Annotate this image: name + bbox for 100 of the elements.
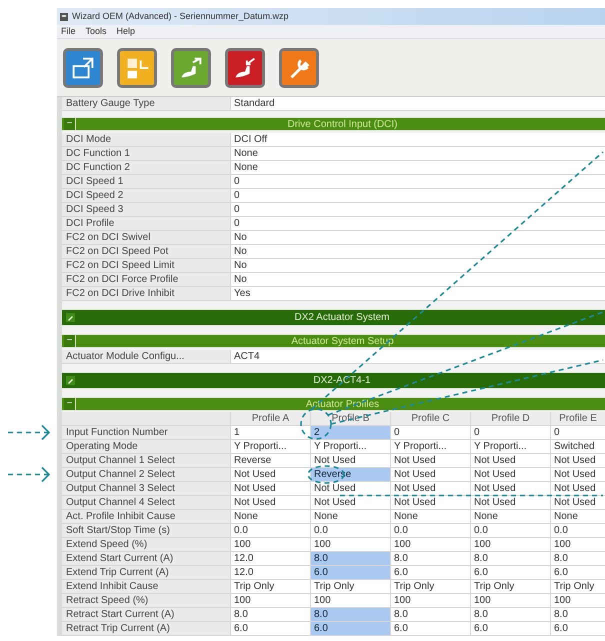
table-cell: Not Used bbox=[230, 482, 310, 495]
table-cell: 6.0 bbox=[310, 566, 390, 579]
table-cell: Not Used bbox=[310, 496, 390, 509]
table-cell: Not Used bbox=[230, 468, 310, 481]
table-cell: 0.0 bbox=[310, 524, 390, 537]
table-cell: 6.0 bbox=[390, 622, 470, 635]
property-label: Output Channel 4 Select bbox=[62, 496, 230, 509]
table-cell: Y Proporti... bbox=[310, 440, 390, 453]
property-label: Output Channel 1 Select bbox=[62, 454, 230, 467]
property-label: FC2 on DCI Drive Inhibit bbox=[62, 287, 230, 300]
collapse-toggle[interactable]: − bbox=[64, 335, 76, 347]
property-value: None bbox=[230, 147, 605, 160]
table-cell: Not Used bbox=[230, 496, 310, 509]
property-label: DC Function 1 bbox=[62, 147, 230, 160]
table-cell: 12.0 bbox=[230, 566, 310, 579]
table-cell: Trip Only bbox=[230, 580, 310, 593]
table-cell: 0.0 bbox=[230, 524, 310, 537]
property-value: 0 bbox=[230, 203, 605, 216]
table-cell: 100 bbox=[310, 538, 390, 551]
property-label: Extend Speed (%) bbox=[62, 538, 230, 551]
table-cell: None bbox=[470, 510, 550, 523]
table-cell: 8.0 bbox=[470, 608, 550, 621]
table-cell: 100 bbox=[550, 538, 605, 551]
property-label: DCI Mode bbox=[62, 133, 230, 146]
section-header[interactable]: DX2-ACT4-1 bbox=[62, 372, 605, 389]
table-cell: Trip Only bbox=[390, 580, 470, 593]
table-cell: 8.0 bbox=[230, 608, 310, 621]
table-cell: 6.0 bbox=[550, 622, 605, 635]
table-cell: 8.0 bbox=[310, 608, 390, 621]
property-label: Act. Profile Inhibit Cause bbox=[62, 510, 230, 523]
table-cell: 0 bbox=[550, 426, 605, 439]
table-cell: 8.0 bbox=[310, 552, 390, 565]
property-label: Extend Trip Current (A) bbox=[62, 566, 230, 579]
table-cell: Reverse bbox=[230, 454, 310, 467]
table-cell: Not Used bbox=[550, 468, 605, 481]
table-cell: Not Used bbox=[470, 482, 550, 495]
table-cell: None bbox=[310, 510, 390, 523]
property-label: DCI Speed 3 bbox=[62, 203, 230, 216]
property-value: No bbox=[230, 273, 605, 286]
collapse-toggle[interactable]: − bbox=[64, 118, 76, 130]
table-cell: 100 bbox=[230, 538, 310, 551]
table-cell: None bbox=[550, 510, 605, 523]
property-label: Retract Trip Current (A) bbox=[62, 622, 230, 635]
property-label: Extend Start Current (A) bbox=[62, 552, 230, 565]
table-cell: 0.0 bbox=[550, 524, 605, 537]
table-cell: None bbox=[230, 510, 310, 523]
menu-item[interactable]: Tools bbox=[86, 24, 107, 38]
table-cell: Trip Only bbox=[310, 580, 390, 593]
property-label: FC2 on DCI Speed Limit bbox=[62, 259, 230, 272]
table-cell: Y Proporti... bbox=[390, 440, 470, 453]
column-header: Profile D bbox=[470, 412, 550, 425]
collapse-toggle[interactable]: − bbox=[64, 398, 76, 410]
column-header: Profile C bbox=[390, 412, 470, 425]
table-cell: Switched bbox=[550, 440, 605, 453]
table-cell: 100 bbox=[230, 594, 310, 607]
property-value: 0 bbox=[230, 189, 605, 202]
table-cell: Not Used bbox=[310, 482, 390, 495]
table-cell: 6.0 bbox=[470, 622, 550, 635]
table-cell: Not Used bbox=[390, 482, 470, 495]
table-cell: 100 bbox=[390, 594, 470, 607]
section-title: Drive Control Input (DCI) bbox=[286, 118, 399, 132]
table-cell: Not Used bbox=[390, 496, 470, 509]
table-cell: 8.0 bbox=[550, 552, 605, 565]
property-value: Yes bbox=[230, 287, 605, 300]
table-cell: 6.0 bbox=[230, 622, 310, 635]
table-cell: Y Proporti... bbox=[230, 440, 310, 453]
property-label: FC2 on DCI Swivel bbox=[62, 231, 230, 244]
table-cell: 100 bbox=[550, 594, 605, 607]
table-cell: 8.0 bbox=[550, 608, 605, 621]
property-label: FC2 on DCI Force Profile bbox=[62, 273, 230, 286]
property-label: Output Channel 2 Select bbox=[62, 468, 230, 481]
property-label: DCI Speed 1 bbox=[62, 175, 230, 188]
section-header[interactable]: − Drive Control Input (DCI) bbox=[62, 117, 605, 131]
property-label: Soft Start/Stop Time (s) bbox=[62, 524, 230, 537]
table-cell: 100 bbox=[390, 538, 470, 551]
window-title: Wizard OEM (Advanced) - Seriennummer_Datum.wzp bbox=[72, 10, 289, 23]
table-cell: Y Proporti... bbox=[470, 440, 550, 453]
property-label: DCI Profile bbox=[62, 217, 230, 230]
table-cell: 100 bbox=[470, 538, 550, 551]
table-cell: 12.0 bbox=[230, 552, 310, 565]
property-label: Retract Start Current (A) bbox=[62, 608, 230, 621]
table-cell: Trip Only bbox=[550, 580, 605, 593]
table-cell: Not Used bbox=[470, 454, 550, 467]
column-header: Profile E bbox=[550, 412, 605, 425]
table-cell: 0.0 bbox=[470, 524, 550, 537]
table-cell: Not Used bbox=[390, 454, 470, 467]
table-cell: None bbox=[390, 510, 470, 523]
table-cell: 100 bbox=[470, 594, 550, 607]
table-cell: 1 bbox=[230, 426, 310, 439]
property-value: No bbox=[230, 231, 605, 244]
property-value: No bbox=[230, 259, 605, 272]
section-title: DX2-ACT4-1 bbox=[312, 374, 372, 388]
table-cell: 100 bbox=[310, 594, 390, 607]
table-cell: 0 bbox=[390, 426, 470, 439]
menu-item[interactable]: File bbox=[61, 24, 76, 38]
menu-item[interactable]: Help bbox=[116, 24, 136, 38]
table-cell: 0.0 bbox=[390, 524, 470, 537]
table-cell: Not Used bbox=[470, 468, 550, 481]
property-label: Input Function Number bbox=[62, 426, 230, 439]
section-header[interactable]: DX2 Actuator System bbox=[62, 309, 605, 326]
